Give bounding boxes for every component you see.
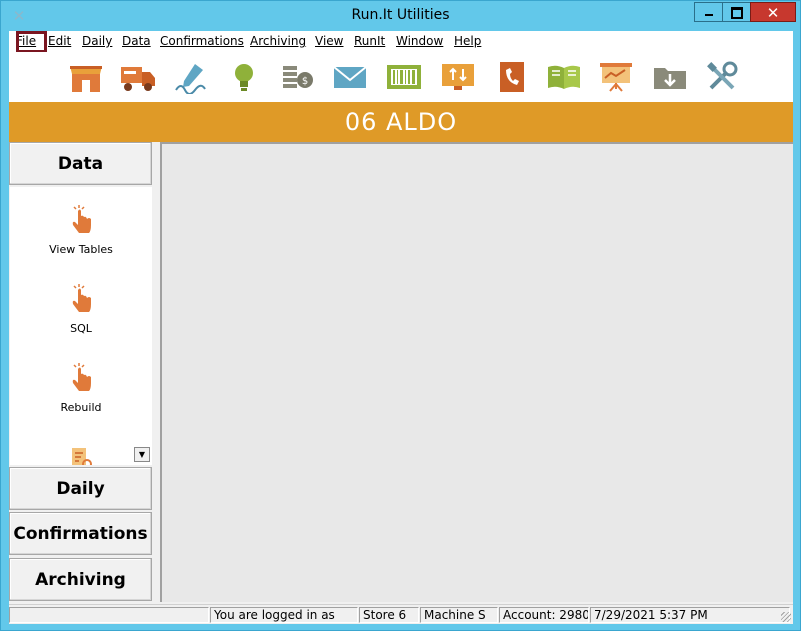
maximize-icon [731, 7, 743, 19]
app-window: ✕ Run.It Utilities ✕ File Edit Daily Dat… [0, 0, 801, 631]
menu-daily[interactable]: Daily [82, 34, 112, 48]
section-data-header[interactable]: Data [9, 142, 152, 185]
lightbulb-icon[interactable] [225, 60, 263, 94]
phone-book-icon[interactable] [493, 60, 531, 94]
section-confirmations-header[interactable]: Confirmations [9, 512, 152, 555]
sql-label: SQL [70, 322, 92, 335]
maximize-button[interactable] [722, 2, 750, 22]
section-archiving-header[interactable]: Archiving [9, 558, 152, 601]
tools-icon[interactable] [703, 60, 741, 94]
svg-text:$: $ [302, 76, 308, 87]
menu-edit[interactable]: Edit [48, 34, 71, 48]
menu-confirmations[interactable]: Confirmations [160, 34, 244, 48]
status-datetime: 7/29/2021 5:37 PM [590, 607, 790, 623]
minimize-button[interactable] [694, 2, 722, 22]
minimize-icon [705, 14, 713, 16]
client-area: File Edit Daily Data Confirmations Archi… [9, 31, 793, 624]
open-book-icon[interactable] [545, 60, 583, 94]
close-icon: ✕ [766, 4, 780, 22]
menu-runit[interactable]: RunIt [354, 34, 385, 48]
rebuild-item[interactable]: Rebuild [10, 361, 152, 414]
close-button[interactable]: ✕ [750, 2, 796, 22]
status-bar: You are logged in as Store 6 Machine S A… [9, 604, 793, 624]
delivery-truck-icon[interactable] [119, 60, 157, 94]
window-title: Run.It Utilities [351, 7, 450, 23]
presentation-board-icon[interactable] [597, 60, 635, 94]
section-daily-header[interactable]: Daily [9, 467, 152, 510]
resize-grip[interactable] [781, 612, 791, 622]
status-store: Store 6 [359, 607, 419, 623]
store-banner: 06 ALDO [9, 102, 793, 142]
title-bar[interactable]: ✕ Run.It Utilities ✕ [1, 1, 800, 31]
menu-view[interactable]: View [315, 34, 343, 48]
store-icon[interactable] [67, 60, 105, 94]
checklist-search-icon [72, 448, 92, 465]
transfer-monitor-icon[interactable] [439, 60, 477, 94]
status-empty [9, 607, 209, 623]
menu-window[interactable]: Window [396, 34, 443, 48]
main-content-area[interactable] [160, 142, 793, 602]
status-logged-in: You are logged in as [210, 607, 358, 623]
menu-bar: File Edit Daily Data Confirmations Archi… [9, 31, 793, 53]
view-tables-label: View Tables [49, 243, 113, 256]
menu-archiving[interactable]: Archiving [250, 34, 306, 48]
pointer-hand-icon [72, 284, 91, 312]
rebuild-label: Rebuild [60, 401, 102, 414]
toolbar: $ [9, 52, 793, 102]
view-tables-item[interactable]: View Tables [10, 203, 152, 256]
menu-help[interactable]: Help [454, 34, 481, 48]
data-section-panel: View Tables SQL Rebuild ▼ [10, 187, 152, 465]
status-account: Account: 2980 [499, 607, 589, 623]
coins-icon[interactable]: $ [279, 60, 317, 94]
sidebar: Data View Tables SQL Rebuild ▼ Daily Con… [9, 142, 154, 604]
sql-item[interactable]: SQL [10, 282, 152, 335]
checklist-search-item[interactable] [10, 441, 152, 465]
pointer-hand-icon [72, 205, 91, 233]
barcode-icon[interactable] [385, 60, 423, 94]
signature-pen-icon[interactable] [173, 60, 211, 95]
menu-data[interactable]: Data [122, 34, 151, 48]
status-machine: Machine S [420, 607, 498, 623]
scroll-down-button[interactable]: ▼ [134, 447, 150, 462]
file-menu-highlight [16, 31, 47, 53]
pointer-hand-icon [72, 363, 91, 391]
menu-file[interactable]: File [16, 31, 47, 53]
download-folder-icon[interactable] [651, 60, 689, 94]
envelope-icon[interactable] [331, 60, 369, 94]
